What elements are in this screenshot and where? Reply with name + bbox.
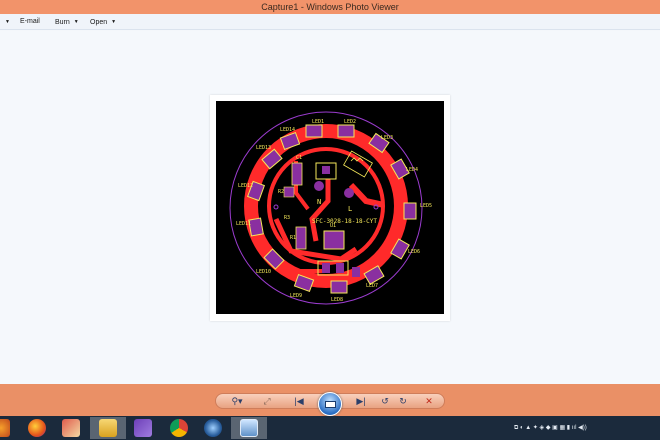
- taskbar-slot-explorer[interactable]: [90, 417, 126, 439]
- email-menu-label: E-mail: [20, 18, 40, 25]
- r2-label: R2: [278, 189, 284, 195]
- next-icon[interactable]: ▶|: [350, 395, 372, 408]
- photo-frame: LED1 LED2 LED3 LED4 LED5 LED6 LED7 LED8 …: [210, 95, 450, 321]
- led5-label: LED5: [420, 203, 432, 209]
- bottom-pad: [336, 263, 344, 273]
- r1-pad: [295, 226, 307, 250]
- r-pad: [291, 162, 303, 186]
- led1-label: LED1: [312, 119, 324, 125]
- led14-label: LED14: [280, 127, 295, 133]
- slideshow-icon: [325, 401, 336, 408]
- bottom-pad: [322, 263, 330, 273]
- led12-label: LED12: [238, 183, 253, 189]
- led9-label: LED9: [290, 293, 302, 299]
- rotate-counterclockwise-icon[interactable]: ↺: [378, 395, 392, 408]
- system-tray[interactable]: ⧉ ◐ ▲ ✦ ◈ ◆ ▣ ▦ ▮ ııl ◀)): [514, 424, 587, 432]
- open-menu-label: Open: [90, 18, 108, 26]
- board-id-label: SFC-3028-18-18-CYT: [312, 218, 377, 225]
- chevron-down-icon: ▼: [5, 19, 10, 25]
- led10-label: LED10: [256, 269, 271, 275]
- paint-icon[interactable]: [62, 419, 80, 437]
- pcb-layout-svg: LED1 LED2 LED3 LED4 LED5 LED6 LED7 LED8 …: [229, 111, 432, 305]
- led2-label: LED2: [344, 119, 356, 125]
- r1-label: R1: [290, 235, 296, 241]
- r2-pad: [283, 186, 295, 198]
- n-pad: [314, 181, 324, 191]
- pcb-image[interactable]: LED1 LED2 LED3 LED4 LED5 LED6 LED7 LED8 …: [216, 101, 444, 314]
- email-menu[interactable]: E-mail: [17, 14, 43, 30]
- app-icon[interactable]: [0, 419, 10, 437]
- led-pad: [330, 280, 348, 294]
- led4-label: LED4: [406, 167, 418, 173]
- burn-menu[interactable]: Burn ▼: [52, 14, 82, 30]
- led8-label: LED8: [331, 297, 343, 303]
- file-menu-arrow[interactable]: ▼: [0, 14, 13, 30]
- r3-label: R3: [284, 215, 290, 221]
- slideshow-button[interactable]: [318, 392, 342, 416]
- c1-pad: [322, 166, 330, 174]
- u1-chip: [323, 230, 345, 250]
- chrome-icon[interactable]: [170, 419, 188, 437]
- led3-label: LED3: [381, 135, 393, 141]
- u1-label: U1: [330, 223, 336, 229]
- app-icon[interactable]: [204, 419, 222, 437]
- menu-bar: ▼ E-mail Burn ▼ Open ▼: [0, 14, 660, 30]
- bottom-pad: [352, 267, 360, 277]
- chevron-down-icon: ▼: [73, 19, 79, 25]
- file-explorer-icon: [99, 419, 117, 437]
- led-pad: [305, 124, 323, 138]
- open-menu[interactable]: Open ▼: [87, 14, 119, 30]
- led7-label: LED7: [366, 283, 378, 289]
- burn-menu-label: Burn: [55, 18, 70, 26]
- l-pad: [344, 188, 354, 198]
- previous-icon[interactable]: |◀: [288, 395, 310, 408]
- led-pad: [337, 124, 355, 138]
- image-viewport[interactable]: LED1 LED2 LED3 LED4 LED5 LED6 LED7 LED8 …: [0, 31, 660, 384]
- n-label: N: [317, 198, 321, 206]
- magnifier-icon[interactable]: ⚲▾: [228, 395, 246, 408]
- via: [273, 204, 279, 210]
- firefox-icon[interactable]: [28, 419, 46, 437]
- actual-size-icon[interactable]: ⤢: [260, 395, 274, 408]
- led13-label: LED13: [256, 145, 271, 151]
- visual-studio-icon[interactable]: [134, 419, 152, 437]
- led11-label: LED11: [236, 221, 251, 227]
- taskbar-slot-photo-viewer[interactable]: [231, 417, 267, 439]
- delete-icon[interactable]: ✕: [422, 395, 436, 408]
- c1-label: C1: [296, 155, 302, 161]
- rotate-clockwise-icon[interactable]: ↻: [396, 395, 410, 408]
- led-pad: [279, 131, 301, 151]
- led6-label: LED6: [408, 249, 420, 255]
- led-pad: [403, 202, 417, 220]
- taskbar: ⧉ ◐ ▲ ✦ ◈ ◆ ▣ ▦ ▮ ııl ◀)): [0, 416, 660, 440]
- photo-viewer-icon: [240, 419, 258, 437]
- l-label: L: [348, 205, 352, 213]
- window-title-bar: Capture1 - Windows Photo Viewer: [0, 0, 660, 14]
- chevron-down-icon: ▼: [111, 19, 117, 25]
- window-title: Capture1 - Windows Photo Viewer: [261, 2, 399, 12]
